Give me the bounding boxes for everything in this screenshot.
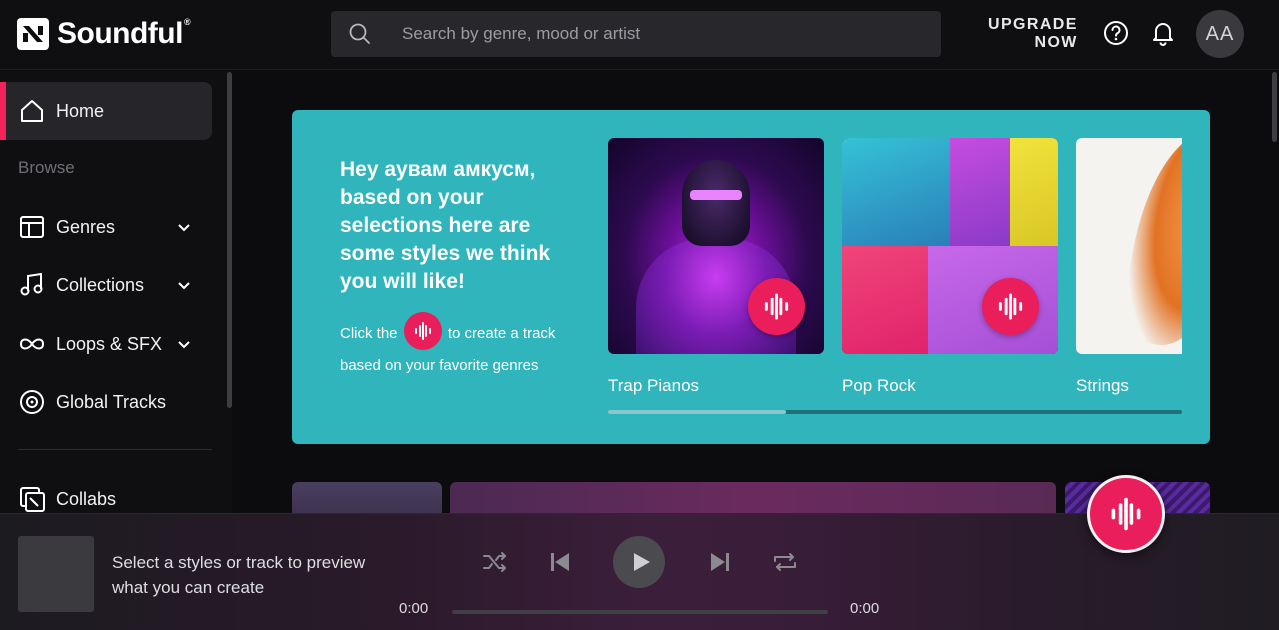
banner-subtext: Click the to create a track based on you…	[340, 312, 600, 382]
sidebar-item-collections[interactable]: Collections	[0, 256, 212, 314]
sidebar-item-label: Genres	[56, 216, 116, 237]
track-thumbnail	[18, 536, 94, 612]
infinity-icon	[19, 338, 45, 350]
soundful-logo[interactable]: Soundful®	[17, 17, 191, 51]
waveform-icon	[998, 293, 1023, 320]
sidebar-item-label: Collections	[56, 274, 145, 295]
artwork-tile	[950, 138, 1010, 246]
artwork-figure-glasses	[690, 190, 742, 200]
style-card-pop-rock[interactable]: Pop Rock	[842, 138, 1058, 396]
banner-subtext-before: Click the	[340, 325, 398, 342]
card-artwork	[1076, 138, 1182, 354]
previous-track-icon[interactable]	[545, 547, 575, 577]
upgrade-line-2: NOW	[1034, 34, 1078, 51]
sidebar-item-label: Loops & SFX	[56, 333, 163, 354]
carousel-scrollbar-thumb[interactable]	[608, 410, 786, 414]
play-icon	[634, 553, 650, 571]
play-button[interactable]	[613, 536, 665, 588]
create-track-button[interactable]	[748, 278, 805, 335]
search-input[interactable]	[402, 24, 922, 44]
card-artwork	[608, 138, 824, 354]
sidebar-divider	[18, 449, 212, 450]
chevron-down-icon[interactable]	[176, 277, 192, 293]
player-bar: Select a styles or track to preview what…	[0, 513, 1279, 630]
carousel-scrollbar[interactable]	[608, 410, 1182, 414]
browse-section-label: Browse	[18, 158, 75, 177]
card-label: Strings	[1076, 376, 1129, 395]
sidebar-item-genres[interactable]: Genres	[0, 198, 212, 256]
current-time: 0:00	[399, 600, 429, 617]
waveform-icon	[764, 293, 789, 320]
player-message: Select a styles or track to preview what…	[112, 553, 366, 597]
chevron-down-icon[interactable]	[176, 219, 192, 235]
home-icon	[21, 100, 43, 122]
artwork-tile	[842, 246, 928, 354]
help-icon[interactable]	[1103, 20, 1129, 46]
soundful-app: Soundful® UPGRADE NOW AA	[0, 0, 1279, 630]
top-header: Soundful® UPGRADE NOW AA	[0, 0, 1279, 70]
artwork-feather	[1117, 138, 1182, 354]
sidebar-item-label: Collabs	[56, 488, 117, 509]
repeat-icon[interactable]	[770, 547, 800, 577]
card-artwork	[842, 138, 1058, 354]
genres-icon	[20, 216, 44, 238]
user-avatar[interactable]: AA	[1196, 10, 1244, 58]
sidebar-item-global-tracks[interactable]: Global Tracks	[0, 373, 212, 431]
artwork-tile	[1010, 138, 1058, 246]
sidebar-scrollbar[interactable]	[227, 72, 232, 408]
trademark: ®	[183, 17, 191, 27]
banner-heading: Hey аувам амкусм, based on your selectio…	[340, 158, 551, 293]
sidebar-item-label: Global Tracks	[56, 391, 167, 412]
bell-icon[interactable]	[1150, 20, 1176, 46]
waveform-icon	[1111, 497, 1141, 531]
style-card-trap-pianos[interactable]: Trap Pianos	[608, 138, 824, 396]
sidebar-item-label: Home	[56, 100, 105, 121]
playback-progress-bar[interactable]	[452, 610, 828, 614]
recommendation-banner: Hey аувам амкусм, based on your selectio…	[292, 110, 1210, 444]
upgrade-line-1: UPGRADE	[988, 16, 1078, 33]
artwork-figure-head	[682, 160, 750, 246]
artwork-tile	[842, 138, 950, 246]
search-bar[interactable]	[331, 11, 941, 57]
chevron-down-icon[interactable]	[176, 336, 192, 352]
music-note-icon	[20, 272, 43, 296]
upgrade-now-button[interactable]: UPGRADE NOW	[988, 16, 1078, 52]
next-track-icon[interactable]	[705, 547, 735, 577]
card-label: Pop Rock	[842, 376, 916, 395]
sidebar-item-loops-sfx[interactable]: Loops & SFX	[0, 315, 212, 373]
sidebar-item-home[interactable]: Home	[0, 82, 212, 140]
avatar-initials: AA	[1205, 22, 1235, 45]
disc-icon	[20, 390, 44, 414]
create-track-button[interactable]	[982, 278, 1039, 335]
soundful-logo-icon	[17, 18, 49, 50]
brand-text: Soundful	[57, 17, 183, 50]
main-scrollbar[interactable]	[1272, 72, 1277, 142]
sidebar: Home Browse Genres Collections Loops & S…	[0, 71, 232, 513]
collabs-icon	[20, 487, 45, 512]
style-card-strings[interactable]: Strings	[1076, 138, 1182, 396]
card-label: Trap Pianos	[608, 376, 700, 395]
brand-name: Soundful®	[57, 17, 191, 51]
shuffle-icon[interactable]	[480, 547, 510, 577]
total-time: 0:00	[850, 600, 880, 617]
search-icon	[349, 23, 370, 44]
waveform-icon	[414, 322, 431, 341]
style-cards-carousel: Trap Pianos Pop Rock Strings	[608, 138, 1182, 400]
create-track-fab[interactable]	[1087, 475, 1165, 553]
create-track-inline-icon	[403, 312, 442, 351]
